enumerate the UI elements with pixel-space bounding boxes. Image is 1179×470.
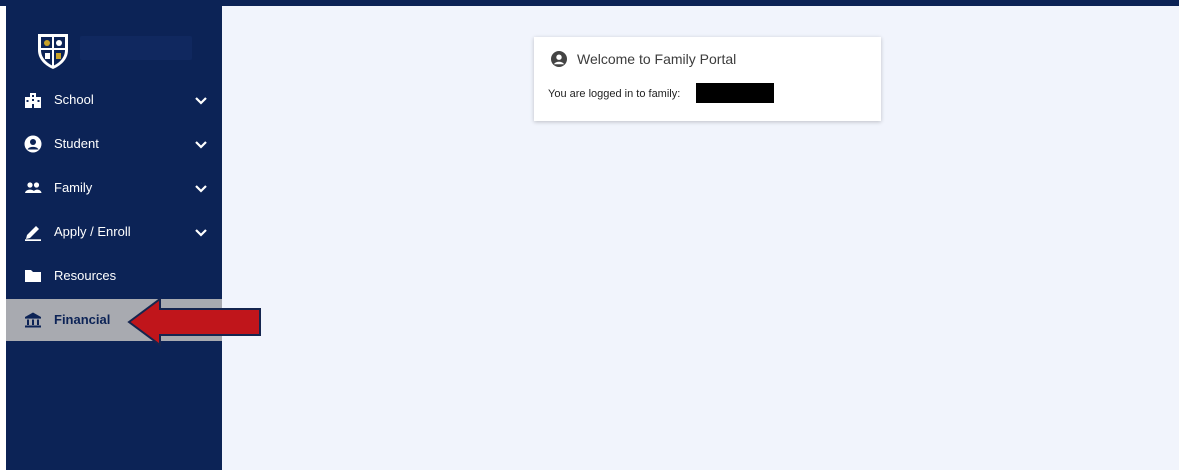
card-title: Welcome to Family Portal xyxy=(577,51,737,67)
user-circle-icon xyxy=(24,135,42,153)
crest-icon xyxy=(38,34,68,69)
redacted-family-name xyxy=(696,83,774,103)
logo-wordmark xyxy=(80,36,192,60)
school-building-icon xyxy=(25,93,41,108)
red-arrow-annotation xyxy=(127,297,261,347)
bank-icon xyxy=(25,312,41,328)
sidebar-item-label: Student xyxy=(54,136,99,151)
sidebar-item-label: Resources xyxy=(54,268,117,283)
welcome-card: Welcome to Family Portal You are logged … xyxy=(534,37,881,121)
sidebar-item-family[interactable]: Family xyxy=(6,167,222,209)
chevron-down-icon xyxy=(195,97,207,105)
sidebar-item-label: Family xyxy=(54,180,93,195)
sidebar-item-student[interactable]: Student xyxy=(6,123,222,165)
folder-icon xyxy=(25,270,41,282)
people-icon xyxy=(25,182,42,193)
chevron-down-icon xyxy=(195,229,207,237)
sidebar-item-apply-enroll[interactable]: Apply / Enroll xyxy=(6,211,222,253)
sidebar-item-resources[interactable]: Resources xyxy=(6,255,222,297)
sidebar-item-school[interactable]: School xyxy=(6,79,222,121)
sidebar-item-label: Apply / Enroll xyxy=(54,224,131,239)
chevron-down-icon xyxy=(195,185,207,193)
user-circle-icon xyxy=(551,51,567,67)
logged-in-text: You are logged in to family: xyxy=(548,88,681,100)
main-content: Welcome to Family Portal You are logged … xyxy=(222,6,1179,470)
sidebar: School Student Family Apply / Enroll Res… xyxy=(6,6,222,470)
school-logo[interactable] xyxy=(28,26,198,76)
chevron-down-icon xyxy=(195,141,207,149)
sidebar-item-label: School xyxy=(54,92,94,107)
sidebar-item-label: Financial xyxy=(54,312,111,327)
pencil-icon xyxy=(25,226,41,241)
